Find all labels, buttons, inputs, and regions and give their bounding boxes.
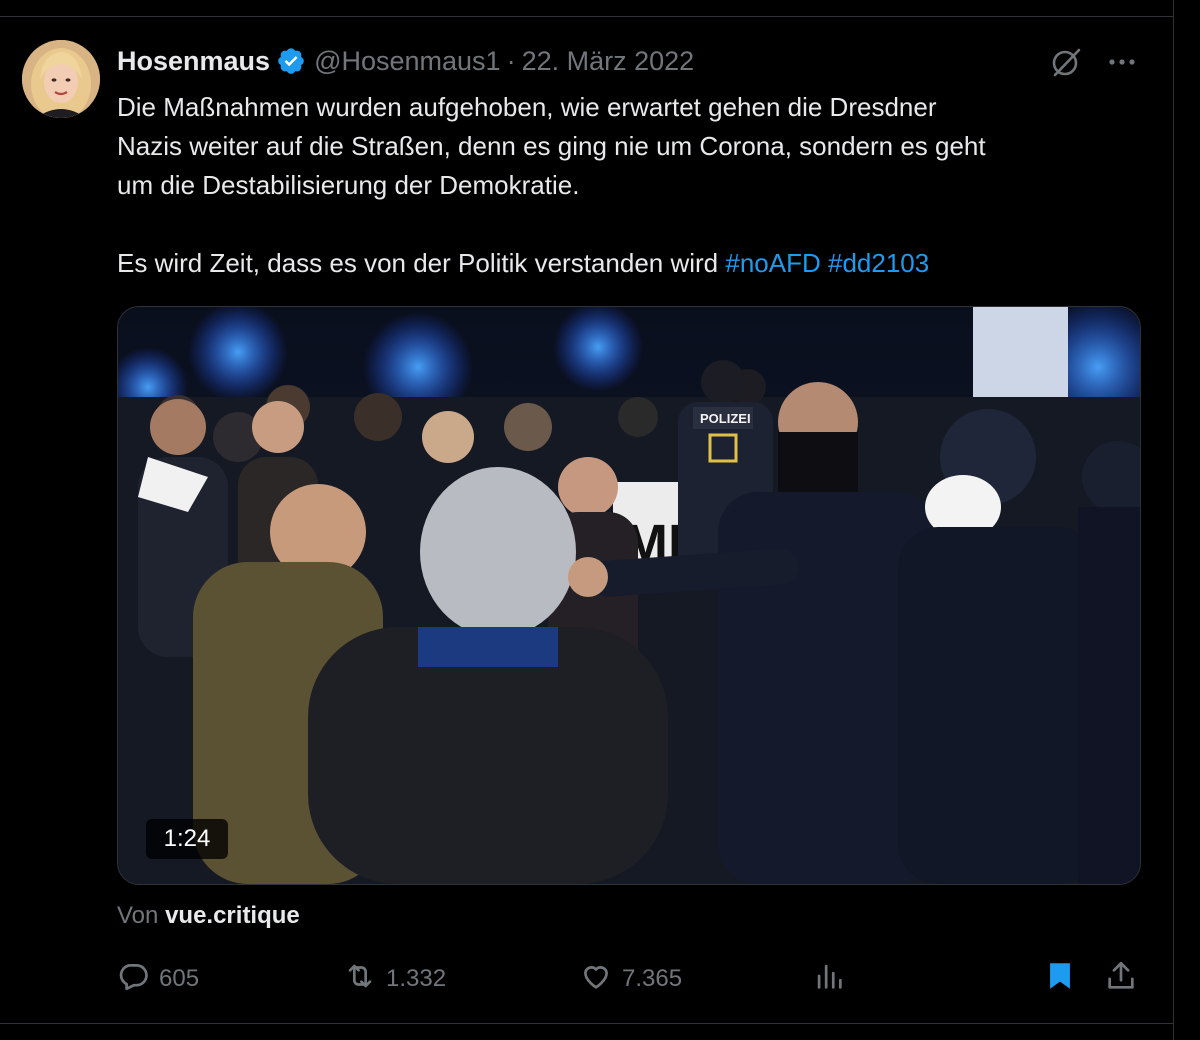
video-duration: 1:24 <box>146 819 228 859</box>
source-prefix: Von <box>117 902 159 929</box>
bookmark-button[interactable] <box>1043 955 1077 1003</box>
source-link[interactable]: vue.critique <box>165 902 300 929</box>
right-divider <box>1173 0 1174 1040</box>
reply-button[interactable]: 605 <box>116 955 199 1003</box>
bookmark-icon <box>1043 959 1077 1000</box>
verified-badge-icon <box>276 46 306 76</box>
repost-count: 1.332 <box>386 965 447 992</box>
tweet-text-segment: Es wird Zeit, dass es von der Politik ve… <box>117 248 719 278</box>
views-icon <box>812 959 846 1000</box>
tweet-text-line: um die Destabilisierung der Demokratie. <box>117 170 580 200</box>
video-player[interactable]: MI POLIZEI <box>117 306 1141 885</box>
top-divider <box>0 16 1174 17</box>
like-icon <box>579 959 613 1000</box>
share-icon <box>1104 959 1138 1000</box>
source-attribution: Von vue.critique <box>117 902 300 930</box>
like-count: 7.365 <box>622 965 683 992</box>
grok-icon[interactable] <box>1048 44 1084 80</box>
action-bar: 605 1.332 7.365 <box>0 955 1174 1003</box>
hashtag-link[interactable]: #dd2103 <box>828 248 929 278</box>
tweet-date[interactable]: 22. März 2022 <box>522 46 695 77</box>
bottom-divider <box>0 1023 1174 1024</box>
author-name[interactable]: Hosenmaus <box>117 46 270 77</box>
views-button[interactable] <box>812 955 846 1003</box>
tweet-header: Hosenmaus @Hosenmaus1 · 22. März 2022 <box>117 42 694 80</box>
police-patch-text: POLIZEI <box>700 411 751 426</box>
header-separator: · <box>506 45 516 76</box>
reply-count: 605 <box>159 965 200 992</box>
more-icon[interactable] <box>1104 44 1140 80</box>
tweet-text-line: Es wird Zeit, dass es von der Politik ve… <box>117 244 1147 283</box>
repost-button[interactable]: 1.332 <box>343 955 446 1003</box>
like-button[interactable]: 7.365 <box>579 955 682 1003</box>
avatar[interactable] <box>22 40 100 118</box>
video-frame: MI POLIZEI <box>118 307 1140 884</box>
share-button[interactable] <box>1104 955 1138 1003</box>
tweet-text-line: Nazis weiter auf die Straßen, denn es gi… <box>117 131 986 161</box>
author-handle[interactable]: @Hosenmaus1 <box>314 46 501 77</box>
hashtag-link[interactable]: #noAFD <box>725 248 820 278</box>
repost-icon <box>343 959 377 1000</box>
tweet-text: Die Maßnahmen wurden aufgehoben, wie erw… <box>117 88 1147 283</box>
reply-icon <box>116 959 150 1000</box>
tweet-text-line: Die Maßnahmen wurden aufgehoben, wie erw… <box>117 92 937 122</box>
